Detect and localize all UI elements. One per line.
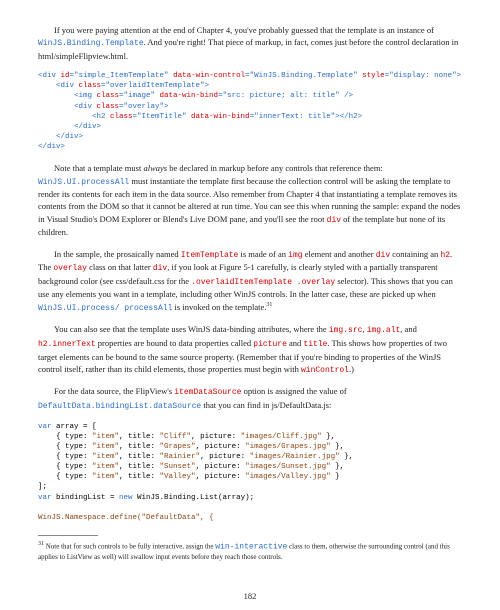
text: that you can find in js/DefaultData.js:: [201, 400, 331, 410]
code-div: div: [153, 264, 167, 273]
text: If you were paying attention at the end …: [54, 25, 434, 35]
text: option is assigned the value of: [241, 386, 346, 396]
text: class on that latter: [87, 262, 153, 272]
text: containing an: [390, 249, 440, 259]
code-div: div: [376, 251, 390, 260]
code-itemtemplate: ItemTemplate: [181, 251, 239, 260]
page-number: 182: [0, 590, 500, 602]
code-overlay: overlay: [53, 264, 87, 273]
code-img-alt: img.alt: [367, 326, 401, 335]
text: is invoked on the template.: [172, 302, 266, 312]
code-itemdatasource: itemDataSource: [174, 388, 241, 397]
code-process-processall: WinJS.UI.process/ processAll: [38, 304, 172, 313]
paragraph-4: You can also see that the template uses …: [38, 323, 462, 376]
paragraph-5: For the data source, the FlipView's item…: [38, 385, 462, 412]
text: You can also see that the template uses …: [54, 324, 329, 334]
code-overlaid-selector: .overlaidItemTemplate .overlay: [191, 278, 335, 287]
code-picture: picture: [253, 340, 287, 349]
paragraph-1: If you were paying attention at the end …: [38, 24, 462, 62]
code-h2: h2: [440, 251, 450, 260]
text: and: [287, 338, 304, 348]
code-defaultdata-binding: DefaultData.bindingList.dataSource: [38, 402, 201, 411]
paragraph-3: In the sample, the prosaically named Ite…: [38, 248, 462, 315]
text: For the data source, the FlipView's: [54, 386, 174, 396]
text: .): [349, 364, 354, 374]
code-title: title: [303, 340, 327, 349]
footnote-31: 31 Note that for such controls to be ful…: [38, 540, 462, 563]
code-block-array: var array = [ { type: "item", title: "Cl…: [38, 422, 462, 523]
italic-always: always: [143, 163, 167, 173]
footnote-separator: [38, 535, 98, 536]
paragraph-2: Note that a template must always be decl…: [38, 162, 462, 238]
footnote-ref-31: 31: [266, 302, 272, 308]
code-block-template: <div id="simple_ItemTemplate" data-win-c…: [38, 71, 462, 152]
code-win-interactive: win-interactive: [215, 542, 287, 551]
text: properties are bound to data properties …: [96, 338, 254, 348]
text: is made of an: [238, 249, 288, 259]
code-wincontrol: winControl: [301, 366, 349, 375]
text: element and another: [303, 249, 376, 259]
text: , and: [400, 324, 417, 334]
code-img: img: [288, 251, 302, 260]
text: be declared in markup before any control…: [167, 163, 383, 173]
text: Note that a template must: [54, 163, 143, 173]
code-div: div: [327, 216, 341, 225]
code-img-src: img.src: [329, 326, 363, 335]
code-winjs-binding-template: WinJS.Binding.Template: [38, 39, 144, 48]
text: In the sample, the prosaically named: [54, 249, 181, 259]
code-h2-innertext: h2.innerText: [38, 340, 96, 349]
text: Note that for such controls to be fully …: [44, 542, 215, 550]
code-processall: WinJS.UI.processAll: [38, 178, 129, 187]
